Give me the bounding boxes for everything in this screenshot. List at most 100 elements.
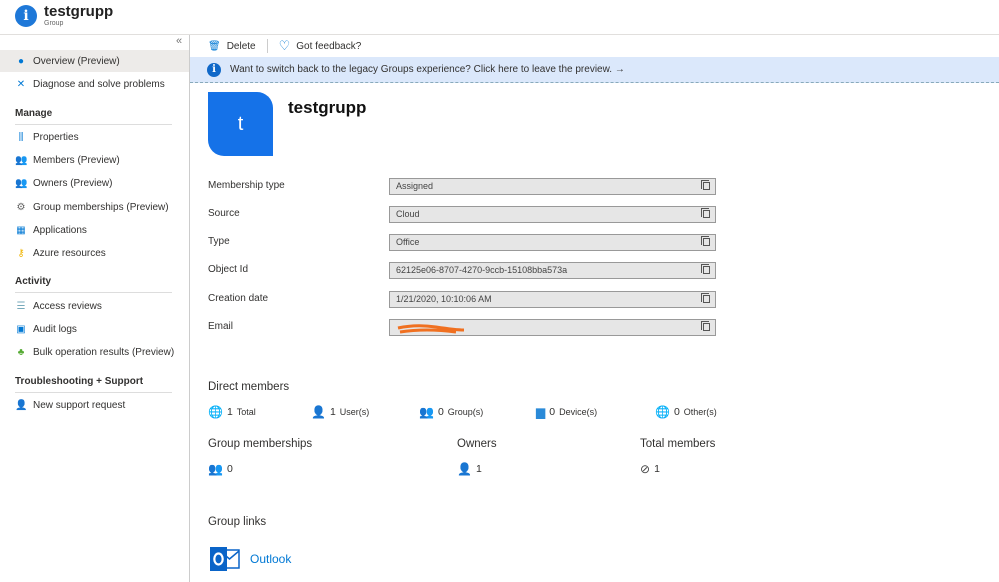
sidebar-item-diagnose[interactable]: ✕ Diagnose and solve problems [0,73,189,95]
total-members-stat: ⊘ 1 [640,462,660,476]
direct-members-title: Direct members [208,381,290,393]
copy-icon[interactable] [701,264,710,274]
copy-icon[interactable] [701,208,710,218]
group-memberships-stat[interactable]: 👥 0 [208,462,233,476]
page-header: i testgrupp Group [0,0,999,35]
user-icon: 👤 [311,405,326,419]
membership-type-field: Assigned [389,178,716,195]
stat-value: 1 [475,463,482,475]
copy-icon[interactable] [701,321,710,331]
sidebar-item-label: Overview (Preview) [33,55,120,67]
sidebar-item-label: Azure resources [33,247,106,259]
sidebar-item-new-support-request[interactable]: 👤 New support request [0,394,189,416]
object-id-field: 62125e06-8707-4270-9ccb-15108bba573a [389,262,716,279]
trash-icon: 🗑 [208,40,221,52]
sidebar-item-label: Properties [33,131,79,143]
sidebar-item-bulk-operations[interactable]: ♣ Bulk operation results (Preview) [0,341,189,363]
others-stat[interactable]: 🌐 0 Other(s) [655,405,717,419]
delete-button[interactable]: 🗑 Delete [208,41,256,52]
owners-stat[interactable]: 👤 1 [457,462,482,476]
toolbar-divider [266,39,268,53]
section-activity: Activity [15,276,172,293]
copy-icon[interactable] [701,180,710,190]
stat-value: 1 [329,406,336,418]
sidebar-item-label: Owners (Preview) [33,177,113,189]
feedback-button[interactable]: ♡ Got feedback? [279,38,362,54]
section-manage: Manage [15,108,172,125]
stat-label: Group(s) [447,407,484,417]
field-value: 62125e06-8707-4270-9ccb-15108bba573a [396,265,568,275]
email-field [389,319,716,336]
key-icon: ⚷ [17,247,25,259]
info-icon: i [15,5,37,27]
field-label: Creation date [208,293,269,304]
sidebar-item-label: Access reviews [33,300,102,312]
users-stat[interactable]: 👤 1 User(s) [311,405,369,419]
sidebar-item-label: Bulk operation results (Preview) [33,346,175,358]
copy-icon[interactable] [701,293,710,303]
sidebar-item-properties[interactable]: ⫼ Properties [0,126,189,148]
redaction-scribble [397,324,465,334]
sidebar-item-label: New support request [33,399,126,411]
stat-label: Device(s) [559,407,598,417]
field-value: Assigned [396,181,434,191]
field-label: Membership type [208,180,285,191]
stat-value: 0 [437,406,444,418]
delete-label: Delete [226,40,256,52]
sidebar-item-access-reviews[interactable]: ☰ Access reviews [0,295,189,317]
log-icon: ▣ [16,323,26,335]
field-label: Type [208,236,230,247]
stat-value: 1 [654,463,660,475]
bulk-icon: ♣ [17,346,25,358]
type-field: Office [389,234,716,251]
members-orbit-icon: ⊘ [640,462,651,476]
sidebar-item-overview[interactable]: ● Overview (Preview) [0,50,189,72]
group-memberships-title: Group memberships [208,438,313,450]
field-value: Office [396,237,420,247]
field-label: Email [208,321,234,332]
total-members-title: Total members [640,438,716,450]
field-value: 1/21/2020, 10:10:06 AM [396,294,492,304]
group-name: testgrupp [288,98,367,117]
section-support: Troubleshooting + Support [15,376,172,393]
globe-icon: 🌐 [655,405,670,419]
properties-icon: ⫼ [18,131,24,143]
stat-label: User(s) [339,407,370,417]
stat-value: 0 [226,463,233,475]
sidebar-item-label: Applications [33,224,87,236]
stat-value: 1 [226,406,233,418]
sidebar-item-group-memberships[interactable]: ⚙ Group memberships (Preview) [0,196,189,218]
stat-value: 0 [673,406,680,418]
group-icon: 👥 [419,405,434,419]
legacy-banner[interactable]: i Want to switch back to the legacy Grou… [190,57,999,83]
devices-stat[interactable]: ▆ 0 Device(s) [536,405,597,419]
source-field: Cloud [389,206,716,223]
feedback-label: Got feedback? [296,40,362,52]
user-icon: 👤 [457,462,472,476]
sidebar-item-label: Audit logs [33,323,77,335]
device-icon: ▆ [536,405,546,419]
sidebar-item-label: Members (Preview) [33,154,120,166]
field-value: Cloud [396,209,420,219]
total-stat: 🌐 1 Total [208,405,256,419]
users-icon: 👥 [15,177,28,189]
support-user-icon: 👤 [15,399,28,411]
stat-value: 0 [549,406,556,418]
owners-title: Owners [457,438,497,450]
sidebar-item-azure-resources[interactable]: ⚷ Azure resources [0,242,189,264]
users-icon: 👥 [15,154,28,166]
stat-label: Other(s) [683,407,717,417]
sidebar-item-members[interactable]: 👥 Members (Preview) [0,149,189,171]
sidebar-item-owners[interactable]: 👥 Owners (Preview) [0,172,189,194]
groups-stat[interactable]: 👥 0 Group(s) [419,405,483,419]
copy-icon[interactable] [701,236,710,246]
sidebar-item-audit-logs[interactable]: ▣ Audit logs [0,318,189,340]
collapse-sidebar-icon[interactable]: « [176,35,182,47]
outlook-link[interactable]: Outlook [250,552,291,566]
sidebar-item-applications[interactable]: ▦ Applications [0,219,189,241]
field-label: Source [208,208,240,219]
field-label: Object Id [208,264,249,275]
stat-label: Total [236,407,256,417]
banner-text[interactable]: Want to switch back to the legacy Groups… [230,64,625,75]
group-icon: 👥 [208,462,223,476]
